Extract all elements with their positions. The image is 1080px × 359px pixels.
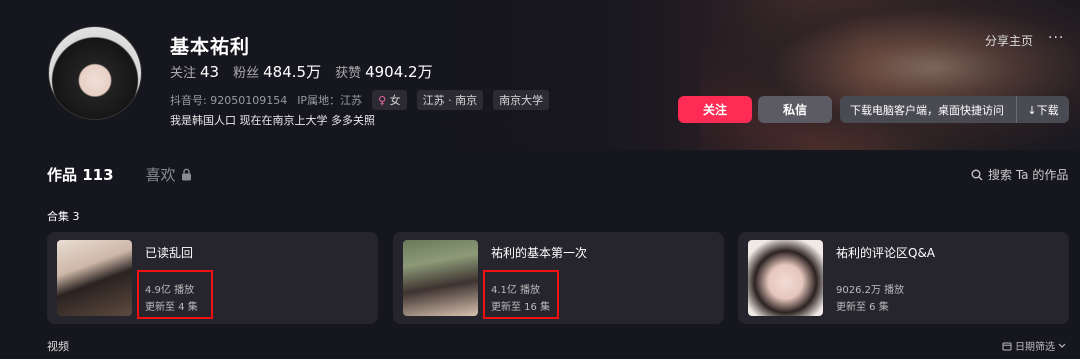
ip-location: IP属地：江苏: [297, 94, 363, 107]
collections-label: 合集 3: [47, 210, 80, 223]
following-stat[interactable]: 关注 43: [170, 62, 219, 81]
collection-title: 祐利的评论区Q&A: [836, 246, 936, 260]
download-client-banner[interactable]: 下载电脑客户端，桌面快捷访问 ↓下载: [840, 96, 1069, 123]
search-works[interactable]: 搜索 Ta 的作品: [971, 166, 1068, 183]
collection-updated: 更新至 6 集: [836, 302, 889, 313]
collection-card[interactable]: 已读乱回 4.9亿 播放 更新至 4 集: [47, 232, 378, 324]
profile-tabs: 作品 113 喜欢: [47, 164, 192, 185]
profile-meta: 抖音号: 92050109154 IP属地：江苏 ♀ 女 江苏 · 南京 南京大…: [170, 90, 550, 110]
collection-thumbnail: [403, 240, 478, 316]
videos-label: 视频: [47, 340, 69, 353]
follow-button[interactable]: 关注: [678, 96, 752, 123]
gender-tag: ♀ 女: [372, 90, 407, 110]
profile-banner: [0, 0, 1080, 150]
collection-thumbnail: [748, 240, 823, 316]
tab-likes[interactable]: 喜欢: [146, 164, 192, 185]
collection-card[interactable]: 祐利的基本第一次 4.1亿 播放 更新至 16 集: [393, 232, 724, 324]
profile-stats: 关注 43 粉丝 484.5万 获赞 4904.2万: [170, 61, 433, 82]
message-button[interactable]: 私信: [758, 96, 832, 123]
download-text: 下载电脑客户端，桌面快捷访问: [850, 103, 1004, 117]
collection-thumbnail: [57, 240, 132, 316]
collection-plays: 9026.2万 播放: [836, 285, 905, 296]
more-options-button[interactable]: ···: [1048, 30, 1064, 46]
download-button[interactable]: ↓下载: [1016, 96, 1069, 123]
share-profile-button[interactable]: 分享主页: [985, 32, 1033, 49]
collection-title: 祐利的基本第一次: [491, 246, 588, 260]
collection-plays: 4.1亿 播放: [491, 285, 541, 296]
female-icon: ♀: [378, 94, 387, 107]
school-tag: 南京大学: [493, 90, 550, 110]
collection-card[interactable]: 祐利的评论区Q&A 9026.2万 播放 更新至 6 集: [738, 232, 1069, 324]
fans-stat[interactable]: 粉丝 484.5万: [233, 61, 321, 82]
collection-title: 已读乱回: [145, 246, 194, 260]
calendar-icon: [1002, 342, 1012, 350]
search-icon: [971, 169, 983, 180]
banner-overlay: [0, 0, 1080, 150]
avatar[interactable]: [48, 26, 142, 120]
profile-name: 基本祐利: [170, 36, 251, 58]
tab-works[interactable]: 作品 113: [47, 164, 114, 185]
collection-updated: 更新至 16 集: [491, 302, 551, 313]
collection-updated: 更新至 4 集: [145, 302, 198, 313]
lock-icon: [181, 168, 191, 181]
date-filter[interactable]: 日期筛选: [1002, 338, 1066, 353]
collection-plays: 4.9亿 播放: [145, 285, 195, 296]
profile-bio: 我是韩国人口 现在在南京上大学 多多关照: [170, 114, 375, 127]
douyin-id: 抖音号: 92050109154: [170, 94, 288, 107]
location-tag: 江苏 · 南京: [416, 90, 484, 110]
chevron-down-icon: [1058, 343, 1066, 348]
likes-stat[interactable]: 获赞 4904.2万: [335, 61, 433, 82]
